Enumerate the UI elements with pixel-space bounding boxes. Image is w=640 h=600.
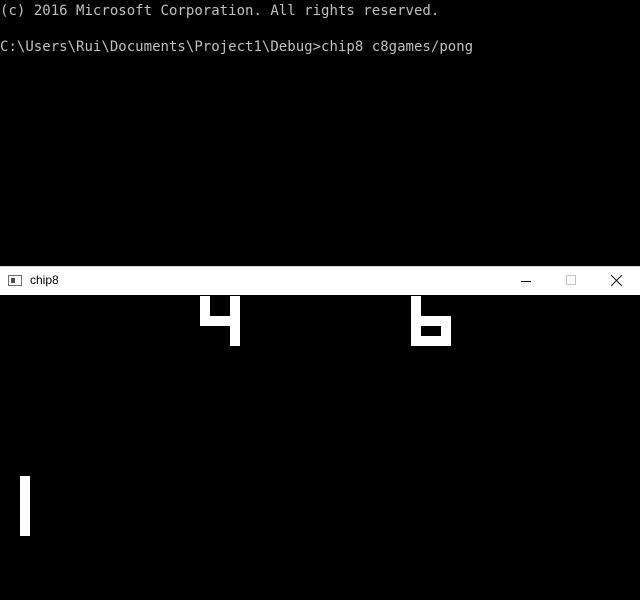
window-title: chip8 xyxy=(30,273,59,287)
right-score-text: 6 xyxy=(0,295,1,296)
score-pixel xyxy=(441,316,451,346)
minimize-button[interactable] xyxy=(503,267,549,295)
chip8-window[interactable]: chip8 4 6 xyxy=(0,266,640,600)
application-window-icon xyxy=(8,275,22,286)
minimize-icon xyxy=(521,281,531,282)
console-copyright-line: (c) 2016 Microsoft Corporation. All righ… xyxy=(0,3,440,19)
command-console[interactable]: (c) 2016 Microsoft Corporation. All righ… xyxy=(0,0,640,266)
close-icon xyxy=(611,274,623,286)
maximize-button[interactable] xyxy=(548,267,594,295)
left-score-text: 4 xyxy=(0,295,1,296)
console-prompt-line: C:\Users\Rui\Documents\Project1\Debug>ch… xyxy=(0,39,474,55)
close-button[interactable] xyxy=(594,267,640,295)
window-titlebar[interactable]: chip8 xyxy=(0,266,640,295)
score-pixel xyxy=(200,296,210,316)
score-pixel xyxy=(230,296,240,346)
left-paddle[interactable] xyxy=(20,476,30,536)
maximize-icon xyxy=(566,275,576,285)
game-screen[interactable]: 4 6 xyxy=(0,295,640,600)
